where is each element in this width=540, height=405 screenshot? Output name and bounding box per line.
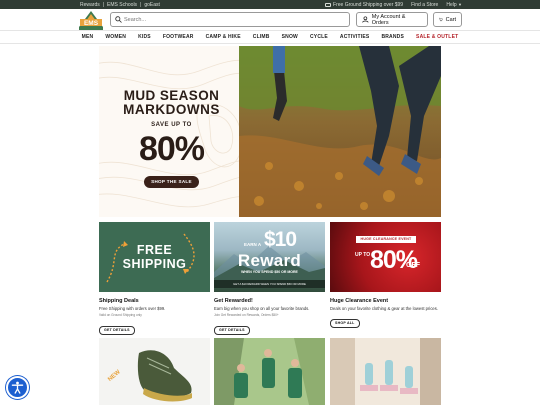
nav-brands[interactable]: BRANDS [381, 34, 404, 40]
nav-kids[interactable]: KIDS [138, 34, 151, 40]
logo-text: EMS [84, 20, 99, 27]
hikers-image [214, 338, 325, 405]
card-subtext: Valid on Ground Shipping only [99, 313, 142, 317]
hero-text-panel: MUD SEASON MARKDOWNS SAVE UP TO 80% SHOP… [99, 46, 244, 217]
separator: | [140, 2, 142, 8]
shipping-promo[interactable]: Free Ground Shipping over $99 [325, 2, 403, 8]
hero-trail-runners-photo [239, 46, 441, 217]
card-description: Earn big when you shop on all your favor… [214, 306, 310, 311]
chevron-down-icon: ▼ [458, 2, 462, 7]
search-input[interactable] [124, 14, 344, 25]
reward-amount: $10 [264, 228, 297, 251]
accessibility-icon [11, 381, 24, 394]
ems-schools-link[interactable]: EMS Schools [107, 2, 137, 8]
site-header: EMS My Account & Orders Cart [0, 9, 540, 31]
hiking-shoe-image: NEW [107, 350, 192, 402]
hero-line1: MUD SEASON [123, 88, 220, 103]
shipping-text: Free Ground Shipping over $99 [333, 2, 404, 8]
hero-line2: MARKDOWNS [123, 102, 220, 117]
nav-activities[interactable]: ACTIVITIES [340, 34, 370, 40]
rewards-graphic: EARN A $10 Reward WHEN YOU SPEND $50 OR … [214, 222, 325, 292]
hero-percent: 80% [138, 130, 205, 168]
earn-text: EARN A [244, 242, 262, 247]
shop-all-button[interactable]: SHOP ALL [330, 318, 360, 328]
utility-right: Free Ground Shipping over $99 Find a Sto… [325, 2, 462, 8]
tile-new-arrivals[interactable]: NEW [99, 338, 210, 405]
help-label: Help [446, 2, 457, 8]
card-title: Huge Clearance Event [330, 298, 389, 304]
truck-icon [325, 2, 332, 7]
yoga-class-image [330, 338, 441, 405]
reward-fineprint: GET A $10 REWARD WHEN YOU SPEND $50 OR M… [214, 280, 325, 288]
rewards-link[interactable]: Rewards [80, 2, 100, 8]
cart-button[interactable]: Cart [433, 12, 462, 27]
nav-cycle[interactable]: CYCLE [310, 34, 328, 40]
tile-yoga[interactable] [330, 338, 441, 405]
hero-headline: MUD SEASON MARKDOWNS [99, 89, 244, 117]
get-details-button[interactable]: GET DETAILS [214, 325, 250, 335]
shop-sale-button[interactable]: SHOP THE SALE [144, 176, 199, 188]
shipping-word: SHIPPING [122, 257, 187, 271]
separator: | [102, 2, 105, 8]
nav-climb[interactable]: CLIMB [253, 34, 270, 40]
hero-save-text: SAVE UP TO [151, 122, 192, 128]
nav-camp-hike[interactable]: CAMP & HIKE [206, 34, 241, 40]
account-label: My Account & Orders [371, 13, 406, 26]
utility-bar: Rewards | EMS Schools | goEast Free Grou… [0, 0, 540, 9]
nav-men[interactable]: MEN [82, 34, 94, 40]
card-subtext: Join Get Rewarded on Rewards, Orders $50… [214, 313, 279, 317]
accessibility-button[interactable] [6, 376, 29, 399]
help-menu[interactable]: Help ▼ [446, 2, 462, 8]
nav-footwear[interactable]: FOOTWEAR [163, 34, 194, 40]
get-details-button[interactable]: GET DETAILS [99, 325, 135, 335]
free-shipping-text: FREE SHIPPING [99, 243, 210, 271]
svg-text:NEW: NEW [107, 369, 122, 383]
search-box[interactable] [110, 12, 350, 27]
find-store-link[interactable]: Find a Store [411, 2, 438, 8]
free-word: FREE [136, 243, 173, 257]
user-icon [362, 16, 369, 23]
nav-women[interactable]: WOMEN [105, 34, 126, 40]
main-nav: MEN WOMEN KIDS FOOTWEAR CAMP & HIKE CLIM… [0, 31, 540, 44]
promo-card-shipping[interactable]: FREE SHIPPING Shipping Deals Free Shippi… [99, 222, 210, 336]
nav-sale-outlet[interactable]: SALE & OUTLET [416, 34, 458, 40]
utility-links: Rewards | EMS Schools | goEast [80, 2, 160, 8]
account-button[interactable]: My Account & Orders [356, 12, 428, 27]
ems-logo[interactable]: EMS [79, 11, 103, 30]
reward-condition: WHEN YOU SPEND $50 OR MORE [241, 270, 298, 274]
promo-card-clearance[interactable]: HUGE CLEARANCE EVENT UP TO 80% OFF Huge … [330, 222, 441, 329]
nav-snow[interactable]: SNOW [282, 34, 298, 40]
hero-banner[interactable]: MUD SEASON MARKDOWNS SAVE UP TO 80% SHOP… [99, 46, 441, 217]
clearance-percent: 80% [370, 246, 418, 274]
off-text: OFF [406, 262, 420, 269]
card-description: Deals on your favorite clothing & gear a… [330, 306, 438, 311]
clearance-graphic: HUGE CLEARANCE EVENT UP TO 80% OFF [330, 222, 441, 292]
cart-icon [439, 17, 443, 22]
card-title: Shipping Deals [99, 298, 139, 304]
free-shipping-graphic: FREE SHIPPING [99, 222, 210, 292]
card-title: Get Rewarded! [214, 298, 253, 304]
search-icon [115, 16, 122, 23]
clearance-badge: HUGE CLEARANCE EVENT [356, 236, 416, 243]
card-description: Free Shipping with orders over $99. [99, 306, 166, 311]
goeast-link[interactable]: goEast [144, 2, 160, 8]
reward-word: Reward [237, 251, 302, 270]
cart-label: Cart [445, 16, 456, 23]
upto-text: UP TO [355, 252, 371, 258]
tile-group-hikers[interactable] [214, 338, 325, 405]
promo-card-rewards[interactable]: EARN A $10 Reward WHEN YOU SPEND $50 OR … [214, 222, 325, 336]
